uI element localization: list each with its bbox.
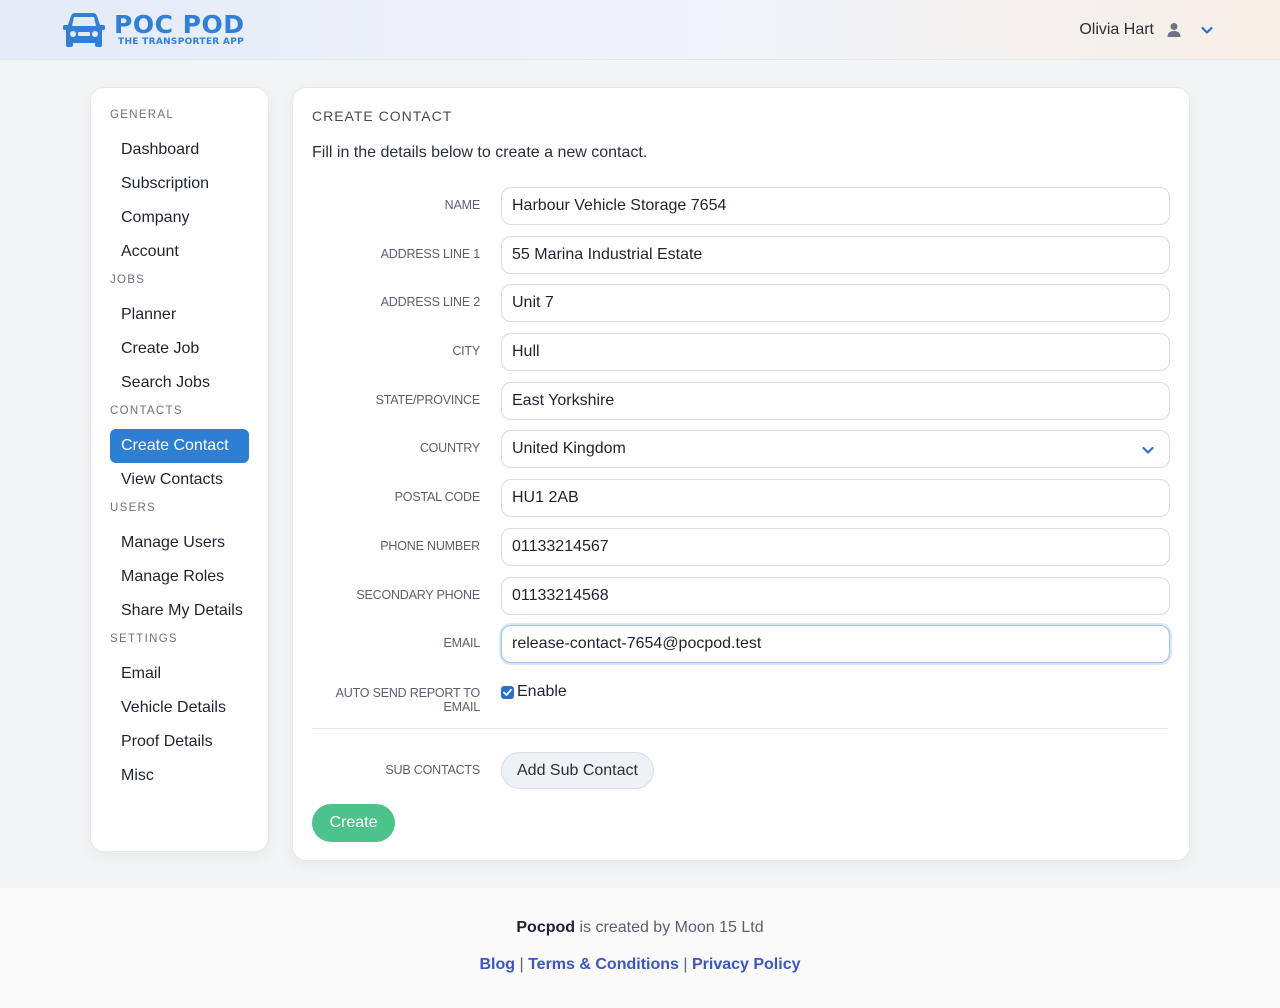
add-sub-contact-button[interactable]: Add Sub Contact xyxy=(501,752,654,789)
page-description: Fill in the details below to create a ne… xyxy=(312,144,648,161)
footer: Pocpod is created by Moon 15 Ltd Blog | … xyxy=(0,888,1280,1008)
form-row-address-line-1: ADDRESS LINE 1 xyxy=(312,236,1170,274)
top-header: POC POD THE TRANSPORTER APP Olivia Hart xyxy=(0,0,1280,60)
footer-separator: | xyxy=(515,956,529,973)
sidebar-item-misc[interactable]: Misc xyxy=(110,759,249,793)
form-divider xyxy=(312,728,1168,729)
chevron-down-icon[interactable] xyxy=(1200,23,1214,37)
user-icon xyxy=(1167,23,1181,37)
form-row-email: EMAIL xyxy=(312,625,1170,663)
form-row-phone-number: PHONE NUMBER xyxy=(312,528,1170,566)
logo-title: POC POD xyxy=(114,9,245,39)
app-logo[interactable]: POC POD THE TRANSPORTER APP xyxy=(63,11,244,49)
sidebar-item-view-contacts[interactable]: View Contacts xyxy=(110,463,249,497)
city-label: CITY xyxy=(452,344,480,358)
city-input[interactable] xyxy=(501,333,1170,371)
footer-created-by: is created by Moon 15 Ltd xyxy=(575,919,764,936)
footer-link-privacy[interactable]: Privacy Policy xyxy=(692,956,801,973)
sidebar-item-manage-users[interactable]: Manage Users xyxy=(110,526,249,560)
sidebar-item-vehicle-details[interactable]: Vehicle Details xyxy=(110,691,249,725)
sidebar-item-share-my-details[interactable]: Share My Details xyxy=(110,594,249,628)
footer-brand: Pocpod xyxy=(516,919,576,936)
sidebar-section-users: USERS xyxy=(110,502,157,514)
page-title: CREATE CONTACT xyxy=(312,108,453,124)
sidebar-section-settings: SETTINGS xyxy=(110,633,178,645)
form-row-state: STATE/PROVINCE xyxy=(312,382,1170,420)
address-line-2-input[interactable] xyxy=(501,284,1170,322)
name-input[interactable] xyxy=(501,187,1170,225)
sidebar: GENERAL Dashboard Subscription Company A… xyxy=(90,87,269,852)
address-line-1-label: ADDRESS LINE 1 xyxy=(380,247,481,261)
sidebar-item-account[interactable]: Account xyxy=(110,235,249,269)
sidebar-item-email[interactable]: Email xyxy=(110,657,249,691)
form-row-address-line-2: ADDRESS LINE 2 xyxy=(312,284,1170,322)
auto-send-checkbox[interactable] xyxy=(501,685,514,699)
user-menu[interactable]: Olivia Hart xyxy=(1079,18,1214,42)
sidebar-section-general: GENERAL xyxy=(110,109,175,121)
postal-code-label: POSTAL CODE xyxy=(394,490,481,504)
phone-number-input[interactable] xyxy=(501,528,1170,566)
state-province-label: STATE/PROVINCE xyxy=(375,393,481,407)
footer-link-terms[interactable]: Terms & Conditions xyxy=(528,956,679,973)
check-icon xyxy=(503,688,512,696)
car-icon xyxy=(63,13,105,47)
create-button[interactable]: Create xyxy=(312,804,395,842)
form-row-sub-contacts: SUB CONTACTS Add Sub Contact xyxy=(312,752,1170,790)
postal-code-input[interactable] xyxy=(501,479,1170,517)
address-line-2-label: ADDRESS LINE 2 xyxy=(380,295,481,309)
state-province-input[interactable] xyxy=(501,382,1170,420)
form-row-name: NAME xyxy=(312,187,1170,225)
chevron-down-icon xyxy=(1142,446,1154,454)
auto-send-label: AUTO SEND REPORT TO EMAIL xyxy=(335,686,481,714)
phone-number-label: PHONE NUMBER xyxy=(380,539,480,553)
footer-links: Blog | Terms & Conditions | Privacy Poli… xyxy=(0,956,1280,974)
sidebar-item-company[interactable]: Company xyxy=(110,201,249,235)
sidebar-section-jobs: JOBS xyxy=(110,274,146,286)
form-row-auto-send: AUTO SEND REPORT TO EMAIL Enable xyxy=(312,680,1170,718)
logo-subtitle: THE TRANSPORTER APP xyxy=(118,36,244,47)
sidebar-item-search-jobs[interactable]: Search Jobs xyxy=(110,366,249,400)
sidebar-item-proof-details[interactable]: Proof Details xyxy=(110,725,249,759)
sidebar-item-manage-roles[interactable]: Manage Roles xyxy=(110,560,249,594)
auto-send-checkbox-label: Enable xyxy=(517,683,567,700)
address-line-1-input[interactable] xyxy=(501,236,1170,274)
form-row-postal-code: POSTAL CODE xyxy=(312,479,1170,517)
sidebar-item-dashboard[interactable]: Dashboard xyxy=(110,133,249,167)
sidebar-item-subscription[interactable]: Subscription xyxy=(110,167,249,201)
sub-contacts-label: SUB CONTACTS xyxy=(385,763,480,777)
country-selected-value: United Kingdom xyxy=(512,440,626,457)
sidebar-item-create-job[interactable]: Create Job xyxy=(110,332,249,366)
secondary-phone-input[interactable] xyxy=(501,577,1170,615)
user-name: Olivia Hart xyxy=(1079,21,1154,38)
form-row-city: CITY xyxy=(312,333,1170,371)
country-label: COUNTRY xyxy=(419,441,480,455)
email-label: EMAIL xyxy=(443,636,480,650)
form-row-secondary-phone: SECONDARY PHONE xyxy=(312,577,1170,615)
create-contact-card: CREATE CONTACT Fill in the details below… xyxy=(292,87,1190,861)
email-input[interactable] xyxy=(501,625,1170,663)
form-row-country: COUNTRY United Kingdom xyxy=(312,430,1170,468)
auto-send-toggle: Enable xyxy=(501,683,567,701)
name-label: NAME xyxy=(444,198,481,212)
sidebar-section-contacts: CONTACTS xyxy=(110,405,183,417)
secondary-phone-label: SECONDARY PHONE xyxy=(356,588,480,602)
footer-credit: Pocpod is created by Moon 15 Ltd xyxy=(0,919,1280,937)
country-select[interactable]: United Kingdom xyxy=(501,430,1170,468)
sidebar-item-create-contact[interactable]: Create Contact xyxy=(110,429,249,463)
footer-link-blog[interactable]: Blog xyxy=(480,956,516,973)
footer-separator: | xyxy=(678,956,692,973)
sidebar-item-planner[interactable]: Planner xyxy=(110,298,249,332)
